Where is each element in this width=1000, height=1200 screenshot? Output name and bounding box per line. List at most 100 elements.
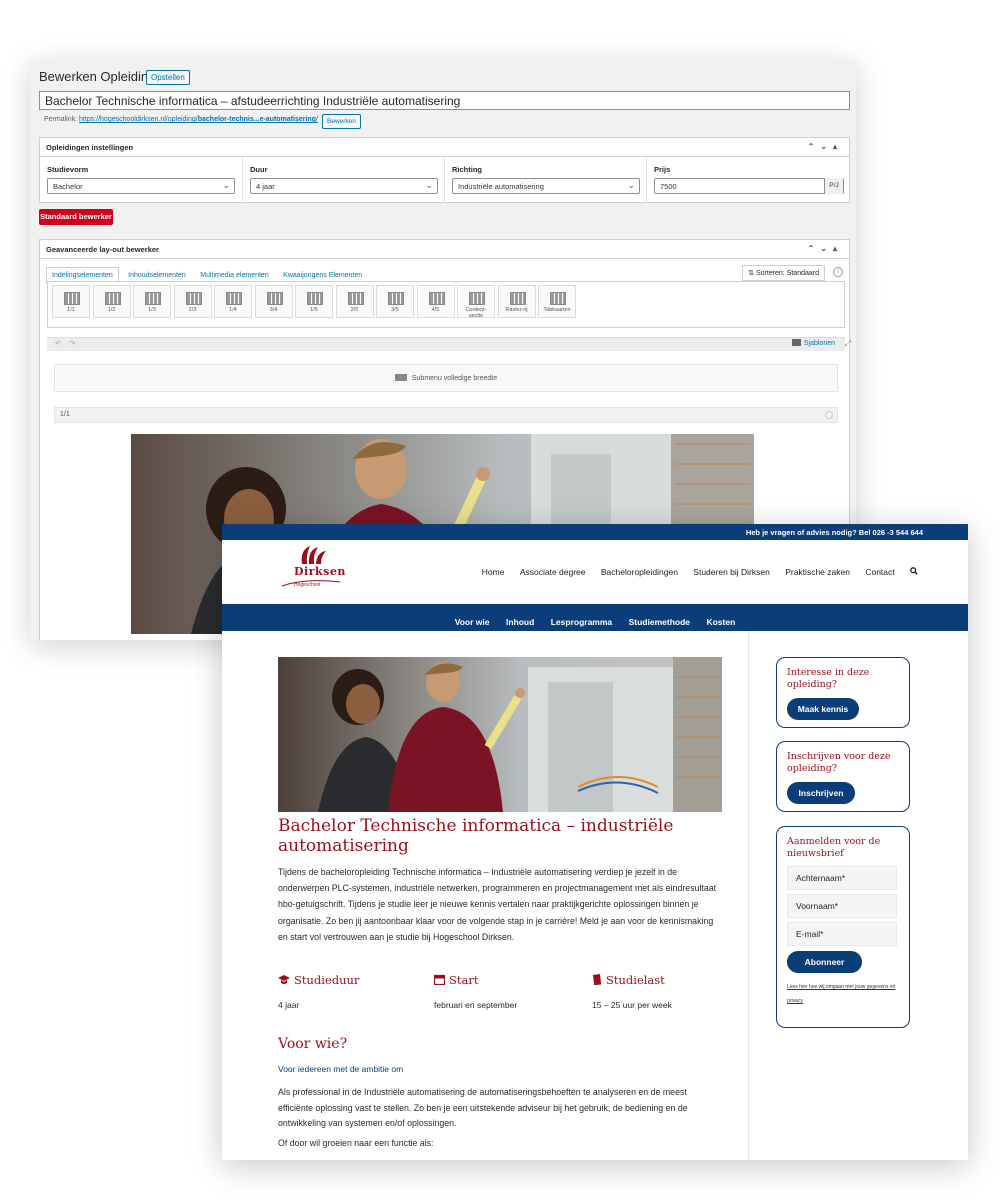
- page-subnavigation: Voor wie Inhoud Lesprogramma Studiemetho…: [222, 604, 968, 631]
- card-title: Aanmelden voor de nieuwsbrief: [787, 836, 881, 859]
- column-layout-icon: [266, 292, 283, 305]
- row-label: 1/1: [60, 411, 70, 418]
- column-layout-icon: [388, 292, 404, 305]
- settings-postbox: Opleidingen instellingen ⌃⌄▴ Studievorm …: [39, 137, 850, 203]
- dirksen-logo[interactable]: Dirksen Hogeschool: [280, 542, 345, 597]
- subnav-voor-wie[interactable]: Voor wie: [455, 617, 490, 627]
- field-richting: Richting Industriële automatisering ⌄: [445, 157, 647, 203]
- row-1-1[interactable]: 1/1: [54, 407, 838, 423]
- layout-element-tile[interactable]: 4/5: [416, 285, 455, 318]
- templates-label: Sjablonen: [803, 340, 835, 347]
- layout-element-tile[interactable]: 2/3: [173, 285, 212, 318]
- sidebar-divider: [748, 631, 749, 1160]
- fact-studieduur: Studieduur 4 jaar: [278, 973, 428, 1010]
- submenu-fullwidth-block[interactable]: Submenu volledige breedte: [54, 364, 838, 392]
- field-prijs: Prijs 7500 P/J: [647, 157, 849, 203]
- prijs-input[interactable]: 7500 P/J: [654, 178, 844, 194]
- layout-element-tile[interactable]: 3/5: [376, 285, 414, 318]
- layout-editor-header[interactable]: Geavanceerde lay-out bewerker ⌃⌄▴: [40, 240, 849, 259]
- layout-element-tile[interactable]: 1/4: [214, 285, 252, 318]
- column-layout-icon: [64, 292, 80, 305]
- field-label: Studievorm: [47, 165, 89, 174]
- row-settings-icon[interactable]: [825, 411, 833, 419]
- layout-element-tile[interactable]: Raster-rij: [497, 285, 536, 318]
- nav-praktische-zaken[interactable]: Praktische zaken: [785, 567, 850, 577]
- firstname-field[interactable]: Voornaam*: [787, 894, 897, 918]
- inschrijven-button[interactable]: Inschrijven: [787, 782, 855, 804]
- postbox-toggle-icons[interactable]: ⌃⌄▴: [808, 142, 843, 151]
- column-layout-icon: [226, 292, 242, 305]
- lastname-field[interactable]: Achternaam*: [787, 866, 897, 890]
- section-body-2: Of door wil groeien naar een functie als…: [278, 1138, 434, 1148]
- new-post-button[interactable]: Opstellen: [146, 70, 190, 85]
- templates-icon: [791, 339, 801, 346]
- permalink-label: Permalink:: [44, 116, 78, 123]
- richting-select[interactable]: Industriële automatisering ⌄: [452, 178, 640, 194]
- fact-start: Start februari en september: [434, 973, 584, 1010]
- undo-icon[interactable]: ↶: [55, 339, 62, 348]
- subnav-inhoud[interactable]: Inhoud: [506, 617, 534, 627]
- redo-icon[interactable]: ↷: [69, 339, 76, 348]
- card-title: Inschrijven voor deze opleiding?: [787, 751, 891, 774]
- field-label: Duur: [250, 165, 268, 174]
- fullscreen-icon[interactable]: ⤢: [845, 339, 851, 349]
- settings-postbox-header[interactable]: Opleidingen instellingen ⌃⌄▴: [40, 138, 849, 157]
- search-icon[interactable]: [910, 567, 918, 575]
- nav-contact[interactable]: Contact: [865, 567, 894, 577]
- layout-element-label: 2/5: [350, 307, 359, 313]
- subnav-lesprogramma[interactable]: Lesprogramma: [551, 617, 612, 627]
- column-layout-icon: [185, 292, 202, 305]
- subscribe-button[interactable]: Abonneer: [787, 951, 862, 973]
- layout-element-tile[interactable]: 3/4: [254, 285, 293, 318]
- duur-select[interactable]: 4 jaar ⌄: [250, 178, 438, 194]
- fact-title: Studielast: [606, 973, 665, 987]
- card-interesse: Interesse in deze opleiding? Maak kennis: [776, 657, 910, 728]
- permalink-edit-button[interactable]: Bewerken: [322, 114, 361, 129]
- nav-bacheloropleidingen[interactable]: Bacheloropleidingen: [601, 567, 678, 577]
- layout-element-tile[interactable]: 1/5: [295, 285, 333, 318]
- layout-element-tile[interactable]: 2/5: [335, 285, 374, 318]
- element-tabs: Indelingselementen Inhoudselementen Mult…: [46, 264, 367, 284]
- select-value: Industriële automatisering: [458, 182, 544, 191]
- info-icon[interactable]: i: [833, 267, 843, 277]
- layout-element-tile[interactable]: 1/2: [92, 285, 131, 318]
- sort-label: Sorteren: Standaard: [755, 270, 819, 277]
- subnav-studiemethode[interactable]: Studiemethode: [629, 617, 690, 627]
- layout-element-label: 3/5: [391, 307, 399, 313]
- price-unit: P/J: [824, 178, 843, 194]
- studievorm-select[interactable]: Bachelor ⌄: [47, 178, 235, 194]
- layout-element-label: 3/4: [269, 307, 278, 313]
- sort-icon: ⇅: [748, 270, 756, 277]
- layout-element-tile[interactable]: Content- sectie: [457, 285, 495, 319]
- nav-associate-degree[interactable]: Associate degree: [520, 567, 586, 577]
- permalink: Permalink: https://hogeschooldirksen.nl/…: [44, 116, 318, 123]
- maak-kennis-button[interactable]: Maak kennis: [787, 698, 859, 720]
- layout-element-tile[interactable]: 1/1: [52, 285, 90, 318]
- calendar-icon: [434, 974, 445, 985]
- layout-element-tile[interactable]: 1/3: [133, 285, 171, 318]
- nav-studeren-bij-dirksen[interactable]: Studeren bij Dirksen: [693, 567, 770, 577]
- column-layout-icon: [509, 292, 526, 305]
- input-value: 7500: [660, 182, 677, 191]
- permalink-link[interactable]: https://hogeschooldirksen.nl/opleiding/b…: [79, 116, 318, 123]
- chevron-down-icon: ⌄: [627, 180, 635, 190]
- postbox-toggle-icons[interactable]: ⌃⌄▴: [808, 244, 843, 253]
- hero-image: [278, 657, 722, 812]
- submenu-icon: [394, 374, 407, 381]
- default-editor-button[interactable]: Standaard bewerker: [39, 209, 113, 225]
- editor-toolbar: ↶ ↷ Sjablonen ⤢: [47, 337, 851, 351]
- fact-value: 15 – 25 uur per week: [592, 1000, 672, 1010]
- privacy-link[interactable]: Lees hier hoe wij omgaan met jouw gegeve…: [787, 980, 905, 1008]
- subnav-kosten[interactable]: Kosten: [706, 617, 735, 627]
- fact-studielast: Studielast 15 – 25 uur per week: [592, 973, 742, 1010]
- intro-paragraph: Tijdens de bacheloropleiding Technische …: [278, 867, 717, 942]
- email-field[interactable]: E-mail*: [787, 922, 897, 946]
- sort-select[interactable]: ⇅ Sorteren: Standaard: [742, 265, 825, 281]
- book-icon: [593, 974, 601, 985]
- nav-home[interactable]: Home: [482, 567, 505, 577]
- layout-element-tile[interactable]: Tabkaarten: [538, 285, 576, 318]
- permalink-base: https://hogeschooldirksen.nl/opleiding/: [79, 116, 198, 123]
- post-title-input[interactable]: Bachelor Technische informatica – afstud…: [39, 91, 850, 110]
- templates-button[interactable]: Sjablonen: [791, 339, 835, 347]
- fact-title: Studieduur: [294, 973, 360, 987]
